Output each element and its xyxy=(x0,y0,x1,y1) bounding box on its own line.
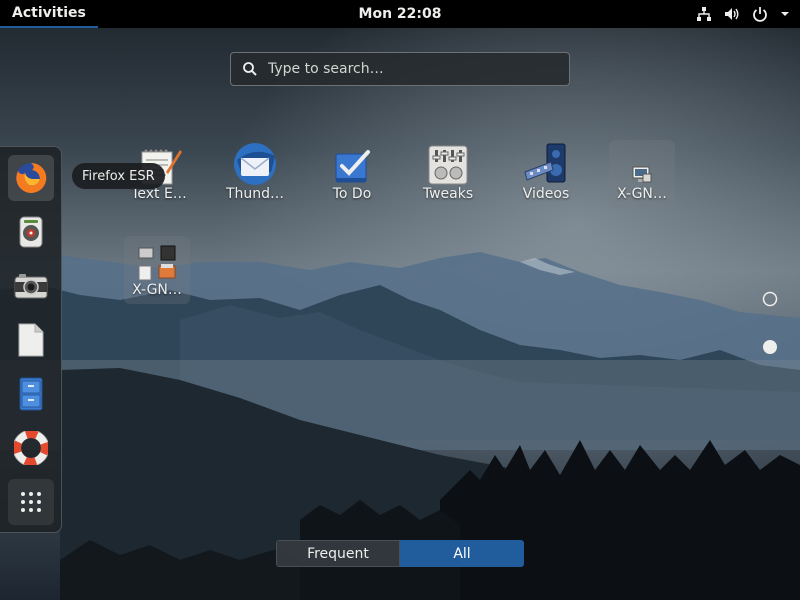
search-input[interactable] xyxy=(266,60,550,78)
help-lifebuoy-icon xyxy=(14,431,48,465)
videos-icon xyxy=(524,143,566,183)
app-todo[interactable]: To Do xyxy=(309,140,395,208)
mountain-wallpaper xyxy=(0,0,800,600)
app-thunderbird[interactable]: Thund… xyxy=(212,140,298,208)
view-switcher: Frequent All xyxy=(276,540,524,567)
app-xgnome-folder[interactable]: X-GN… xyxy=(124,236,190,304)
app-label: X-GN… xyxy=(132,282,182,298)
app-label: X-GN… xyxy=(617,186,667,202)
dash-tooltip: Firefox ESR xyxy=(72,163,165,189)
document-icon xyxy=(18,323,44,357)
todo-icon xyxy=(335,150,370,183)
clock: Mon 22:08 xyxy=(0,6,800,22)
power-icon[interactable] xyxy=(752,6,768,22)
thunderbird-icon xyxy=(234,143,276,185)
firefox-icon xyxy=(16,162,47,193)
menu-arrow-icon[interactable] xyxy=(780,6,790,22)
sound-juicer-icon xyxy=(19,216,43,248)
app-xgnome-display[interactable]: X-GN… xyxy=(609,140,675,208)
app-label: Tweaks xyxy=(422,186,474,202)
dash xyxy=(0,146,62,533)
dash-item-file-cabinet[interactable] xyxy=(8,371,54,417)
top-bar: Activities Mon 22:08 xyxy=(0,0,800,28)
app-label: Thund… xyxy=(225,186,285,202)
xgnome-display-icon xyxy=(632,166,652,183)
dash-item-camera[interactable] xyxy=(8,263,54,309)
volume-icon[interactable] xyxy=(724,6,740,22)
file-cabinet-icon xyxy=(19,377,43,411)
network-icon[interactable] xyxy=(696,6,712,22)
xgnome-folder-icon xyxy=(138,245,176,281)
camera-icon xyxy=(14,274,48,299)
dash-item-help[interactable] xyxy=(8,425,54,471)
system-tray[interactable] xyxy=(696,0,790,28)
search-icon xyxy=(242,61,258,77)
dash-item-document[interactable] xyxy=(8,317,54,363)
search-bar[interactable] xyxy=(230,52,570,86)
tweaks-icon xyxy=(428,145,468,185)
frequent-button[interactable]: Frequent xyxy=(276,540,400,567)
app-label: Videos xyxy=(522,186,570,202)
clock-button[interactable]: Mon 22:08 xyxy=(359,6,442,22)
dash-item-firefox[interactable] xyxy=(8,155,54,201)
page-indicator-2-active[interactable] xyxy=(762,339,778,355)
app-videos[interactable]: Videos xyxy=(503,140,589,208)
all-button[interactable]: All xyxy=(400,540,524,567)
app-tweaks[interactable]: Tweaks xyxy=(405,140,491,208)
app-label: To Do xyxy=(332,186,372,202)
activities-button[interactable]: Activities xyxy=(0,0,98,28)
show-apps-grid-icon xyxy=(21,492,41,512)
dash-item-sound-juicer[interactable] xyxy=(8,209,54,255)
page-indicator-1[interactable] xyxy=(762,291,778,307)
show-applications-button[interactable] xyxy=(8,479,54,525)
